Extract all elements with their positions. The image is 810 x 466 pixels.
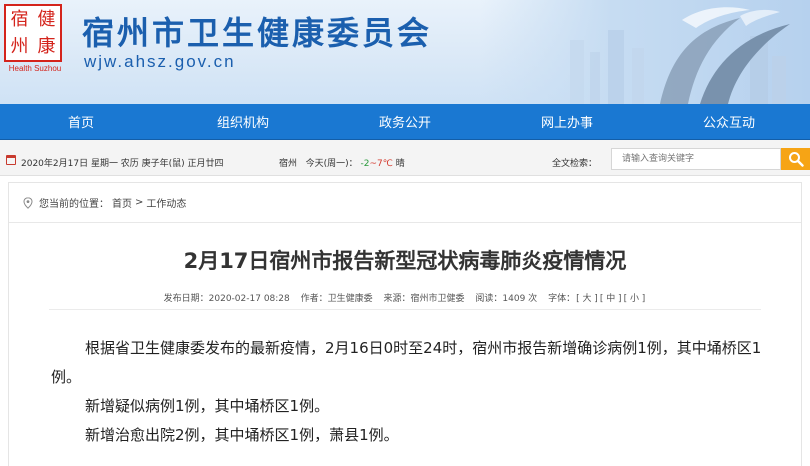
article-source: 来源：宿州市卫健委: [383, 294, 465, 304]
article-paragraph: 新增疑似病例1例，其中埇桥区1例。: [85, 397, 330, 415]
view-count: 阅读：1409 次: [475, 294, 538, 304]
article-body: 根据省卫生健康委发布的最新疫情，2月16日0时至24时，宿州市报告新增确诊病例1…: [51, 334, 781, 450]
weather-info: 宿州 今天(周一)： -2~7℃ 晴: [279, 156, 405, 169]
weather-temp-high: ~7℃: [369, 159, 393, 169]
logo-char: 州: [10, 35, 29, 57]
article-author: 作者：卫生健康委: [300, 294, 373, 304]
current-date: 2020年2月17日 星期一 农历 庚子年(鼠) 正月廿四: [21, 159, 224, 169]
logo-english-text: Health Suzhou: [8, 64, 62, 73]
site-url: wjw.ahsz.gov.cn: [84, 52, 236, 71]
font-size-small-link[interactable]: [ 小 ]: [624, 294, 646, 304]
logo-char: 康: [37, 35, 56, 57]
article-container: 您当前的位置： 首页 > 工作动态 2月17日宿州市报告新型冠状病毒肺炎疫情情况…: [8, 182, 802, 466]
nav-item-public-interaction[interactable]: 公众互动: [648, 104, 810, 139]
font-size-large-link[interactable]: [ 大 ]: [576, 294, 598, 304]
logo-char: 健: [37, 8, 56, 30]
weather-temp-low: -2: [360, 159, 370, 169]
font-size-label: 字体：: [548, 294, 576, 304]
breadcrumb-divider: [9, 222, 801, 223]
nav-item-government-affairs[interactable]: 政务公开: [324, 104, 486, 139]
header-banner: 宿 健 州 康 Health Suzhou 宿州市卫生健康委员会 wjw.ahs…: [0, 0, 810, 104]
weather-temperature: -2~7℃: [361, 159, 393, 169]
meta-divider: [49, 309, 761, 310]
site-logo[interactable]: 宿 健 州 康: [4, 4, 62, 62]
breadcrumb-home[interactable]: 首页: [112, 195, 132, 210]
calendar-icon: [6, 155, 16, 165]
nav-item-online-services[interactable]: 网上办事: [486, 104, 648, 139]
article-title: 2月17日宿州市报告新型冠状病毒肺炎疫情情况: [183, 249, 627, 273]
breadcrumb-current[interactable]: 工作动态: [146, 195, 186, 210]
search-input[interactable]: [611, 148, 781, 170]
font-size-controls: 字体：[ 大 ][ 中 ][ 小 ]: [548, 294, 646, 304]
article-meta: 发布日期：2020-02-17 08:28 作者：卫生健康委 来源：宿州市卫健委…: [9, 291, 801, 304]
search-label: 全文检索：: [552, 159, 598, 169]
main-nav: 首页 组织机构 政务公开 网上办事 公众互动: [0, 104, 810, 140]
breadcrumb-prefix: 您当前的位置：: [39, 199, 109, 210]
article-paragraph: 新增治愈出院2例，其中埇桥区1例，萧县1例。: [85, 426, 399, 444]
search-icon: [788, 152, 804, 167]
breadcrumb-separator: >: [135, 197, 144, 208]
weather-condition: 晴: [395, 159, 405, 169]
location-pin-icon: [23, 196, 33, 209]
publish-date: 发布日期：2020-02-17 08:28: [163, 294, 290, 304]
info-bar: 2020年2月17日 星期一 农历 庚子年(鼠) 正月廿四 宿州 今天(周一)：…: [0, 140, 810, 176]
nav-item-home[interactable]: 首页: [0, 104, 162, 139]
city-skyline-illustration: [570, 7, 790, 104]
site-title: 宿州市卫生健康委员会: [82, 14, 433, 52]
weather-label: 今天(周一)：: [305, 159, 358, 169]
breadcrumb: 您当前的位置： 首页 > 工作动态: [23, 195, 189, 210]
logo-char: 宿: [10, 8, 29, 30]
font-size-medium-link[interactable]: [ 中 ]: [600, 294, 622, 304]
nav-item-organization[interactable]: 组织机构: [162, 104, 324, 139]
search-button[interactable]: [781, 148, 810, 170]
weather-city: 宿州: [279, 159, 298, 169]
article-paragraph: 根据省卫生健康委发布的最新疫情，2月16日0时至24时，宿州市报告新增确诊病例1…: [51, 339, 762, 386]
